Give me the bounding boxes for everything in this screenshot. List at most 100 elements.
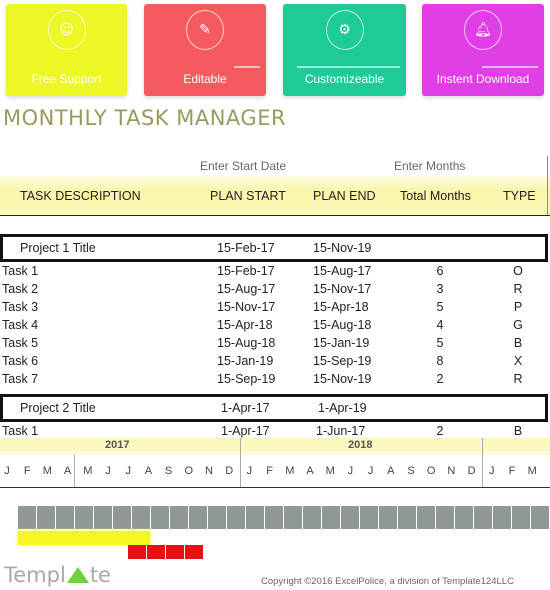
month-label: S [164,465,173,477]
task-end: 1-Jun-17 [316,424,366,438]
task-start: 1-Apr-17 [221,424,270,438]
month-label: N [447,465,456,477]
project-end: 15-Nov-19 [313,241,372,255]
gears-icon: ⚙ [325,10,364,50]
year-label: 2017 [105,439,130,451]
year-label: 2018 [348,439,373,451]
task-name: Task 2 [2,282,39,296]
gantt-grid-cell [455,506,473,529]
month-label: J [105,465,111,477]
gantt-grid-cell [56,506,74,529]
col-total-months: Total Months [400,189,471,203]
gantt-grid-cell [208,506,226,529]
col-plan-start: PLAN START [210,189,286,203]
divider [482,438,483,488]
col-plan-end: PLAN END [313,189,376,203]
gantt-bar-cell [128,545,146,559]
col-type: TYPE [503,189,536,203]
gantt-bar-cell [185,545,203,559]
month-label: N [205,465,213,477]
task-start: 15-Nov-17 [217,300,276,314]
task-start: 15-Aug-18 [217,336,276,350]
task-type: B [513,336,523,350]
feature-card-label: Customizeable [304,72,385,86]
task-start: 15-Jan-19 [217,354,274,368]
project-start: 15-Feb-17 [217,241,275,255]
divider [0,487,550,488]
feature-card-label: Editable [183,72,227,86]
month-label: D [225,465,234,477]
task-type: P [513,300,523,314]
month-label: S [407,465,415,477]
divider [240,438,241,488]
month-label: M [83,465,93,477]
task-type: O [513,264,523,278]
feature-card-free-support[interactable]: ☺ Free Support [6,4,127,96]
task-end: 15-Aug-17 [313,264,372,278]
support-icon: ☺ [47,10,86,50]
year-band [0,438,550,455]
task-type: X [513,354,523,368]
gantt-grid-cell [360,506,378,529]
task-months: 5 [436,336,444,350]
gantt-grid-cell [284,506,302,529]
task-type: B [513,424,523,438]
task-type: G [513,318,523,332]
month-label: J [347,465,354,477]
col-task-description: TASK DESCRIPTION [20,189,141,203]
month-label: F [508,465,516,477]
task-months: 2 [436,372,444,386]
gantt-grid-cell [189,506,207,529]
task-months: 6 [436,264,444,278]
task-end: 15-Jan-19 [313,336,370,350]
task-end: 15-Sep-19 [313,354,372,368]
project-title: Project 1 Title [20,241,96,255]
task-name: Task 3 [2,300,39,314]
month-label: A [63,465,72,477]
project-start: 1-Apr-17 [221,401,270,415]
divider [482,66,538,68]
gantt-bar-cell [166,545,184,559]
gantt-bar [18,531,150,545]
gantt-grid-cell [474,506,492,529]
task-type: R [513,372,523,386]
task-end: 15-Nov-19 [313,372,372,386]
task-start: 15-Apr-18 [217,318,273,332]
feature-card-editable[interactable]: ✎ Editable [144,4,266,96]
task-name: Task 1 [2,424,39,438]
month-label: A [144,465,153,477]
gantt-grid-cell [512,506,530,529]
task-name: Task 7 [2,372,39,386]
month-label: O [426,465,436,477]
page-title: MONTHLY TASK MANAGER [3,106,287,130]
gantt-grid-cell [493,506,511,529]
feature-card-label: Free Support [31,72,102,86]
month-label: J [125,465,131,477]
task-name: Task 4 [2,318,39,332]
gantt-grid-cell [132,506,150,529]
task-name: Task 5 [2,336,39,350]
task-name: Task 1 [2,264,39,278]
month-label: J [246,465,253,477]
month-label: F [23,465,31,477]
logo-mark-icon [66,567,89,583]
task-months: 3 [436,282,444,296]
month-label: O [184,465,194,477]
gantt-grid-cell [18,506,36,529]
feature-card-customizeable[interactable]: ⚙ Customizeable [283,4,406,96]
month-label: M [325,465,335,477]
gantt-grid-cell [151,506,169,529]
gantt-grid-cell [379,506,397,529]
table-row[interactable] [0,354,550,372]
task-start: 15-Aug-17 [217,282,276,296]
copyright-text: Copyright ©2016 ExcelPolice, a division … [261,576,514,587]
gantt-grid-cell [246,506,264,529]
task-months: 5 [436,300,444,314]
feature-card-instant-download[interactable]: 🔔︎ Instent Download [422,4,544,96]
table-row[interactable] [0,318,550,336]
month-label: J [4,465,10,477]
gantt-grid-cell [531,506,549,529]
table-row[interactable] [0,264,550,282]
task-end: 15-Aug-18 [313,318,372,332]
gantt-grid-cell [265,506,283,529]
